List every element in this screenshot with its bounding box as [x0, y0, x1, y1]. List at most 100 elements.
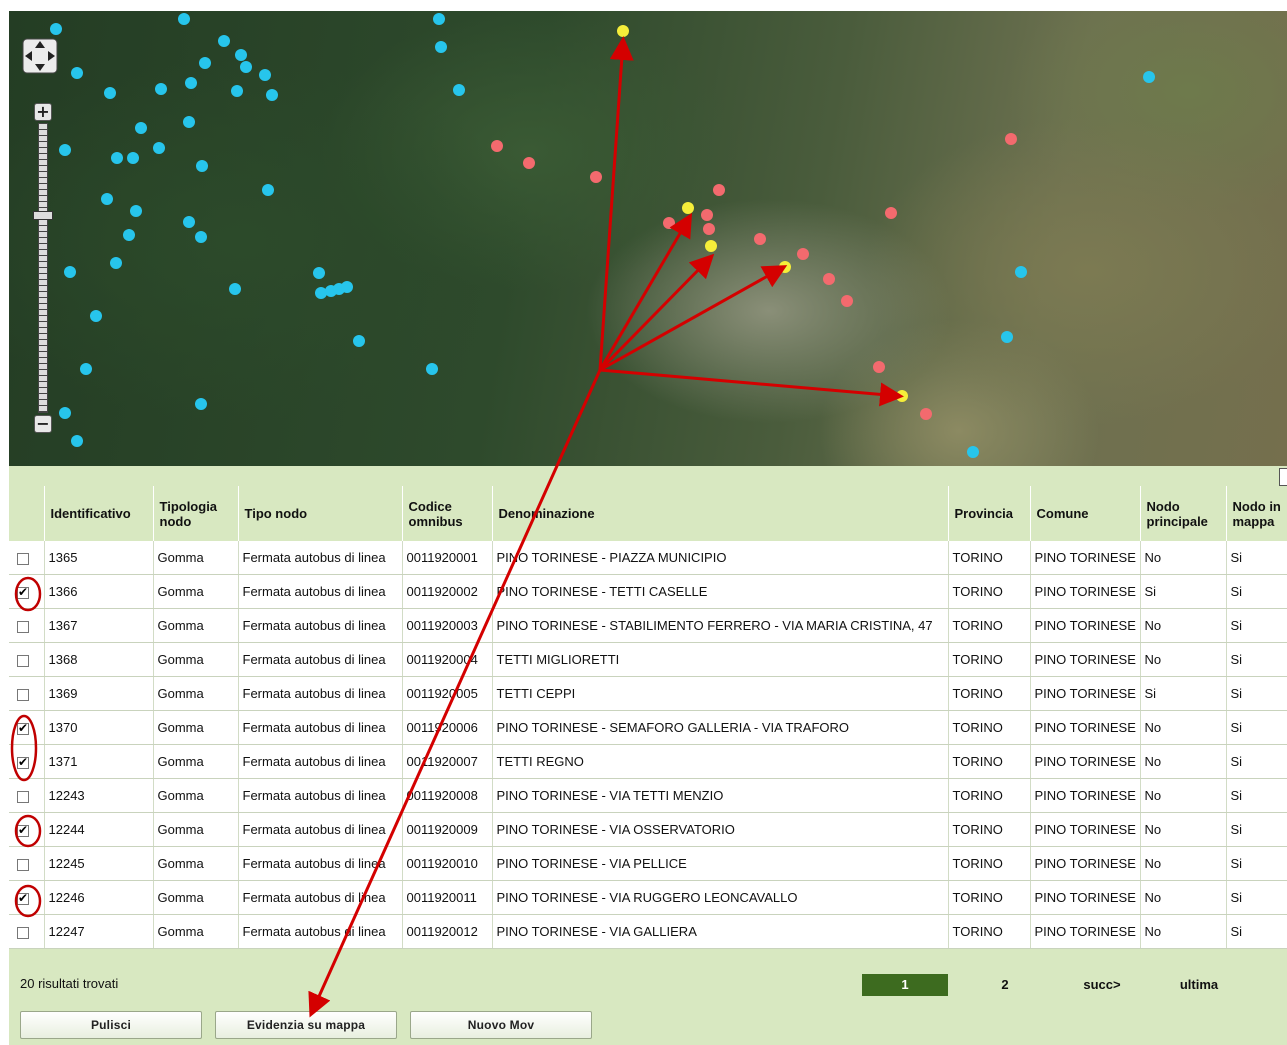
stop-marker[interactable] — [315, 287, 327, 299]
nearby-stop-marker[interactable] — [523, 157, 535, 169]
stop-marker[interactable] — [183, 116, 195, 128]
stop-marker[interactable] — [262, 184, 274, 196]
row-checkbox[interactable] — [17, 620, 29, 633]
row-checkbox[interactable] — [17, 891, 29, 905]
stop-marker[interactable] — [433, 13, 445, 25]
stop-marker[interactable] — [50, 23, 62, 35]
nearby-stop-marker[interactable] — [920, 408, 932, 420]
stop-marker[interactable] — [435, 41, 447, 53]
nearby-stop-marker[interactable] — [754, 233, 766, 245]
nearby-stop-marker[interactable] — [663, 217, 675, 229]
nearby-stop-marker[interactable] — [841, 295, 853, 307]
stop-marker[interactable] — [71, 435, 83, 447]
stop-marker[interactable] — [90, 310, 102, 322]
new-movement-button[interactable]: Nuovo Mov — [410, 1011, 592, 1039]
col-tipologia-header[interactable]: Tipologia nodo — [152, 486, 238, 541]
col-codice-header[interactable]: Codice omnibus — [401, 486, 492, 541]
stop-marker[interactable] — [196, 160, 208, 172]
table-row[interactable]: 12246GommaFermata autobus di linea001192… — [9, 880, 1287, 915]
nearby-stop-marker[interactable] — [1005, 133, 1017, 145]
stop-marker[interactable] — [235, 49, 247, 61]
col-provincia-header[interactable]: Provincia — [947, 486, 1030, 541]
zoom-in-button[interactable]: + — [34, 103, 52, 121]
row-checkbox[interactable] — [17, 721, 29, 735]
stop-marker[interactable] — [135, 122, 147, 134]
selected-stop-marker[interactable] — [896, 390, 908, 402]
stop-marker[interactable] — [353, 335, 365, 347]
collapse-panel-button[interactable] — [1279, 468, 1287, 486]
stop-marker[interactable] — [178, 13, 190, 25]
pan-control-icon[interactable] — [22, 38, 58, 74]
stop-marker[interactable] — [313, 267, 325, 279]
stop-marker[interactable] — [240, 61, 252, 73]
row-checkbox[interactable] — [17, 654, 29, 667]
stop-marker[interactable] — [266, 89, 278, 101]
stop-marker[interactable] — [195, 231, 207, 243]
nearby-stop-marker[interactable] — [713, 184, 725, 196]
table-row[interactable]: 1369 Gomma Fermata autobus di linea 0011920… — [9, 676, 1287, 711]
zoom-out-button[interactable]: − — [34, 415, 52, 433]
stop-marker[interactable] — [153, 142, 165, 154]
nearby-stop-marker[interactable] — [873, 361, 885, 373]
stop-marker[interactable] — [59, 144, 71, 156]
stop-marker[interactable] — [123, 229, 135, 241]
table-row[interactable]: 1370GommaFermata autobus di linea0011920… — [9, 710, 1287, 745]
stop-marker[interactable] — [127, 152, 139, 164]
stop-marker[interactable] — [218, 35, 230, 47]
stop-marker[interactable] — [231, 85, 243, 97]
nearby-stop-marker[interactable] — [703, 223, 715, 235]
selected-stop-marker[interactable] — [682, 202, 694, 214]
row-checkbox[interactable] — [17, 585, 29, 599]
row-checkbox[interactable] — [17, 688, 29, 701]
stop-marker[interactable] — [110, 257, 122, 269]
col-identificativo-header[interactable]: Identificativo — [43, 486, 153, 541]
stop-marker[interactable] — [229, 283, 241, 295]
stop-marker[interactable] — [104, 87, 116, 99]
stop-marker[interactable] — [130, 205, 142, 217]
last-page-link[interactable]: ultima — [1167, 974, 1231, 996]
selected-stop-marker[interactable] — [705, 240, 717, 252]
stop-marker[interactable] — [101, 193, 113, 205]
selected-stop-marker[interactable] — [779, 261, 791, 273]
stop-marker[interactable] — [967, 446, 979, 458]
col-tipo-header[interactable]: Tipo nodo — [237, 486, 402, 541]
nearby-stop-marker[interactable] — [797, 248, 809, 260]
row-checkbox[interactable] — [17, 823, 29, 837]
row-checkbox[interactable] — [17, 552, 29, 565]
stop-marker[interactable] — [1143, 71, 1155, 83]
stop-marker[interactable] — [64, 266, 76, 278]
stop-marker[interactable] — [453, 84, 465, 96]
table-row[interactable]: 1368 Gomma Fermata autobus di linea 0011920… — [9, 642, 1287, 677]
table-row[interactable]: 12247 Gomma Fermata autobus di linea 001192… — [9, 914, 1287, 949]
page-2-link[interactable]: 2 — [985, 974, 1025, 996]
col-denominazione-header[interactable]: Denominazione — [491, 486, 948, 541]
stop-marker[interactable] — [426, 363, 438, 375]
nearby-stop-marker[interactable] — [491, 140, 503, 152]
nearby-stop-marker[interactable] — [823, 273, 835, 285]
col-mappa-header[interactable]: Nodo in mappa — [1225, 486, 1287, 541]
zoom-slider-handle[interactable] — [33, 211, 53, 220]
nearby-stop-marker[interactable] — [885, 207, 897, 219]
nearby-stop-marker[interactable] — [590, 171, 602, 183]
stop-marker[interactable] — [185, 77, 197, 89]
stop-marker[interactable] — [71, 67, 83, 79]
next-page-link[interactable]: succ> — [1072, 974, 1132, 996]
table-row[interactable]: 12245 Gomma Fermata autobus di linea 001192… — [9, 846, 1287, 881]
col-comune-header[interactable]: Comune — [1029, 486, 1140, 541]
row-checkbox[interactable] — [17, 755, 29, 769]
stop-marker[interactable] — [259, 69, 271, 81]
row-checkbox[interactable] — [17, 926, 29, 939]
stop-marker[interactable] — [1001, 331, 1013, 343]
stop-marker[interactable] — [341, 281, 353, 293]
table-row[interactable]: 12244GommaFermata autobus di linea001192… — [9, 812, 1287, 847]
satellite-map[interactable]: + − — [9, 11, 1287, 466]
table-row[interactable]: 12243 Gomma Fermata autobus di linea 001192… — [9, 778, 1287, 813]
nearby-stop-marker[interactable] — [701, 209, 713, 221]
table-row[interactable]: 1367 Gomma Fermata autobus di linea 0011920… — [9, 608, 1287, 643]
zoom-slider[interactable] — [38, 123, 48, 413]
stop-marker[interactable] — [195, 398, 207, 410]
table-row[interactable]: 1365 Gomma Fermata autobus di linea 0011920… — [9, 541, 1287, 575]
stop-marker[interactable] — [1015, 266, 1027, 278]
stop-marker[interactable] — [199, 57, 211, 69]
row-checkbox[interactable] — [17, 790, 29, 803]
